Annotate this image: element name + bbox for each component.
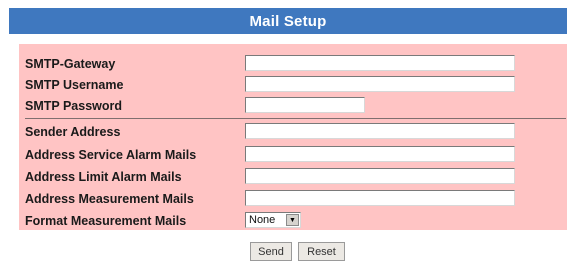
row-address-measurement: Address Measurement Mails bbox=[25, 188, 194, 209]
smtp-password-input[interactable] bbox=[245, 97, 365, 113]
row-smtp-username: SMTP Username bbox=[25, 74, 123, 95]
format-measurement-select[interactable]: None ▼ bbox=[245, 212, 301, 228]
reset-button[interactable]: Reset bbox=[298, 242, 345, 261]
address-measurement-input[interactable] bbox=[245, 190, 515, 206]
smtp-username-label: SMTP Username bbox=[25, 77, 124, 92]
address-service-alarm-label: Address Service Alarm Mails bbox=[25, 147, 197, 162]
chevron-down-icon[interactable]: ▼ bbox=[286, 214, 299, 226]
format-measurement-label: Format Measurement Mails bbox=[25, 213, 187, 228]
address-service-alarm-input[interactable] bbox=[245, 146, 515, 162]
row-address-service-alarm: Address Service Alarm Mails bbox=[25, 144, 196, 165]
smtp-gateway-input[interactable] bbox=[245, 55, 515, 71]
smtp-password-label: SMTP Password bbox=[25, 98, 123, 113]
mail-setup-header: Mail Setup bbox=[9, 8, 567, 34]
row-address-limit-alarm: Address Limit Alarm Mails bbox=[25, 166, 182, 187]
page-title: Mail Setup bbox=[249, 12, 327, 30]
row-format-measurement: Format Measurement Mails bbox=[25, 210, 186, 231]
mail-settings-panel: SMTP-Gateway SMTP Username SMTP Password… bbox=[19, 44, 567, 230]
address-measurement-label: Address Measurement Mails bbox=[25, 191, 194, 206]
smtp-username-input[interactable] bbox=[245, 76, 515, 92]
row-smtp-password: SMTP Password bbox=[25, 95, 122, 116]
format-measurement-value: None bbox=[249, 214, 276, 226]
address-limit-alarm-input[interactable] bbox=[245, 168, 515, 184]
send-button[interactable]: Send bbox=[250, 242, 292, 261]
sender-address-input[interactable] bbox=[245, 123, 515, 139]
smtp-gateway-label: SMTP-Gateway bbox=[25, 56, 116, 71]
sender-address-label: Sender Address bbox=[25, 124, 121, 139]
row-smtp-gateway: SMTP-Gateway bbox=[25, 53, 115, 74]
address-limit-alarm-label: Address Limit Alarm Mails bbox=[25, 169, 182, 184]
row-sender-address: Sender Address bbox=[25, 121, 120, 142]
section-divider bbox=[25, 118, 566, 119]
